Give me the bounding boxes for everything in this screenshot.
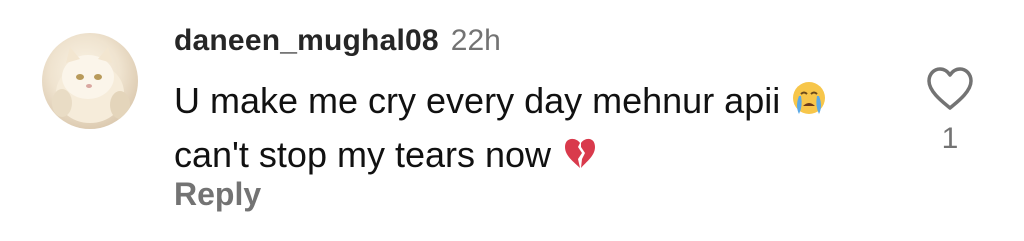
- cat-avatar-image: [52, 47, 130, 123]
- heart-icon: [927, 67, 973, 110]
- timestamp: 22h: [450, 24, 501, 57]
- comment-text-line-1: U make me cry every day mehnur apii: [174, 80, 781, 121]
- reply-button[interactable]: Reply: [174, 176, 261, 213]
- broken-heart-emoji-icon: [561, 134, 599, 184]
- comment-text: U make me cry every day mehnur apii can'…: [174, 76, 894, 184]
- comment-item: daneen_mughal08 22h U make me cry every …: [0, 0, 1024, 241]
- like-count: 1: [941, 122, 959, 155]
- like-button[interactable]: [925, 66, 975, 112]
- username-link[interactable]: daneen_mughal08: [174, 24, 439, 58]
- comment-line-2: can't stop my tears now: [174, 130, 894, 184]
- crying-face-emoji-icon: [790, 79, 828, 130]
- avatar[interactable]: [42, 33, 138, 129]
- comment-header: daneen_mughal08 22h: [174, 24, 501, 64]
- comment-line-1: U make me cry every day mehnur apii: [174, 76, 894, 130]
- comment-text-line-2: can't stop my tears now: [174, 134, 552, 175]
